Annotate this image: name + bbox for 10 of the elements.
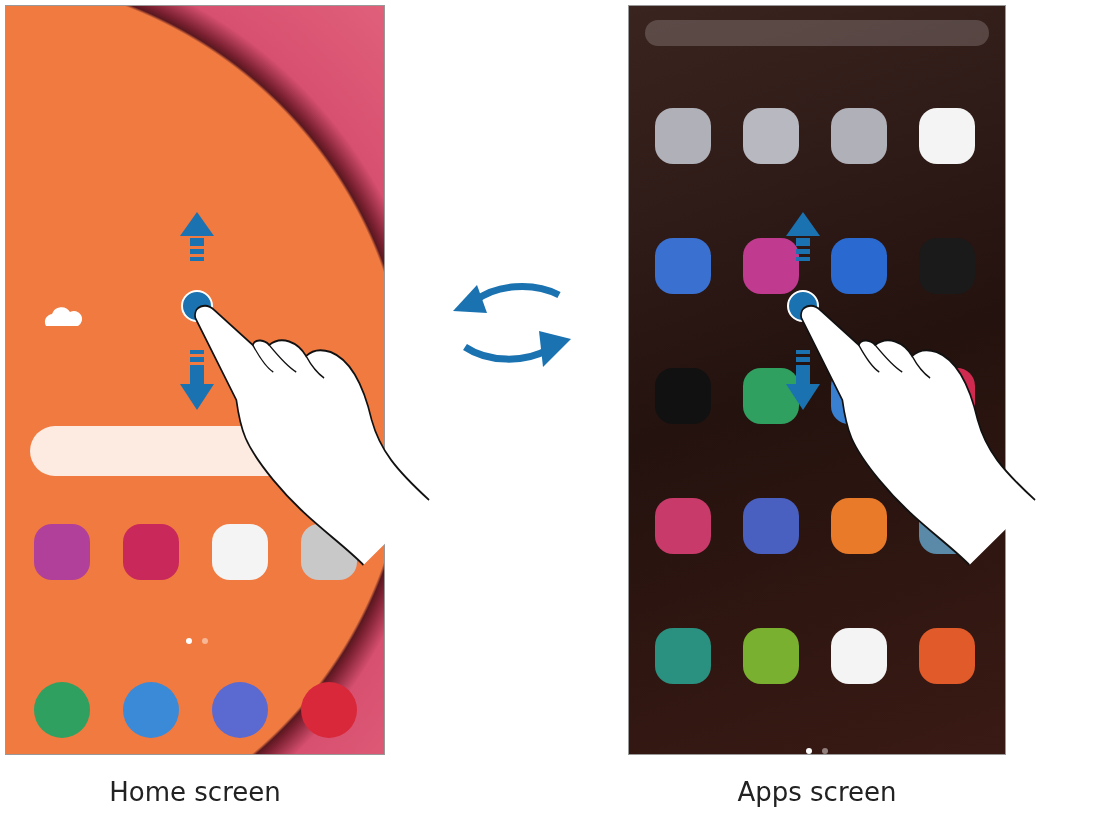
screen-caption: Home screen [109, 777, 281, 807]
app-icon[interactable] [831, 498, 887, 554]
app-icon[interactable] [831, 628, 887, 684]
cloud-icon [42, 304, 82, 326]
screen-caption: Apps screen [737, 777, 897, 807]
app-icon[interactable] [655, 108, 711, 164]
app-icon[interactable] [831, 108, 887, 164]
app-icon[interactable] [743, 108, 799, 164]
app-icon[interactable] [743, 628, 799, 684]
app-icon[interactable] [919, 108, 975, 164]
